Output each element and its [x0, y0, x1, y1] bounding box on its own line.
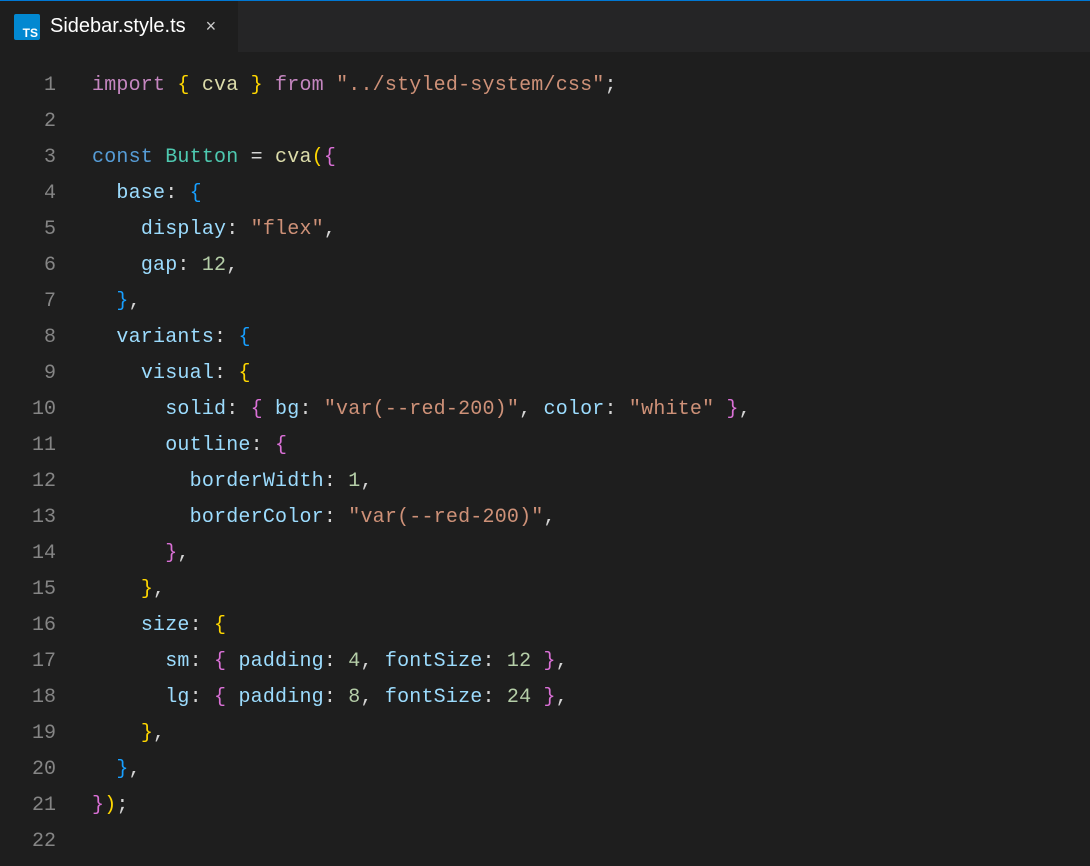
code-content: },	[92, 716, 165, 752]
code-line: 1 import { cva } from "../styled-system/…	[0, 68, 1090, 104]
code-content: gap: 12,	[92, 248, 238, 284]
code-content: size: {	[92, 608, 226, 644]
code-line: 16 size: {	[0, 608, 1090, 644]
code-line: 9 visual: {	[0, 356, 1090, 392]
line-number: 1	[0, 68, 92, 104]
line-number: 15	[0, 572, 92, 608]
code-line: 12 borderWidth: 1,	[0, 464, 1090, 500]
code-line: 13 borderColor: "var(--red-200)",	[0, 500, 1090, 536]
code-line: 3 const Button = cva({	[0, 140, 1090, 176]
code-content: },	[92, 572, 165, 608]
line-number: 17	[0, 644, 92, 680]
line-number: 20	[0, 752, 92, 788]
code-line: 19 },	[0, 716, 1090, 752]
code-content: });	[92, 788, 129, 824]
line-number: 8	[0, 320, 92, 356]
code-content: },	[92, 284, 141, 320]
line-number: 22	[0, 824, 92, 860]
line-number: 9	[0, 356, 92, 392]
code-content: sm: { padding: 4, fontSize: 12 },	[92, 644, 568, 680]
code-line: 20 },	[0, 752, 1090, 788]
line-number: 11	[0, 428, 92, 464]
line-number: 7	[0, 284, 92, 320]
line-number: 16	[0, 608, 92, 644]
code-content: visual: {	[92, 356, 251, 392]
code-line: 21 });	[0, 788, 1090, 824]
close-icon[interactable]: ×	[202, 14, 221, 39]
line-number: 10	[0, 392, 92, 428]
code-content: solid: { bg: "var(--red-200)", color: "w…	[92, 392, 751, 428]
code-line: 11 outline: {	[0, 428, 1090, 464]
line-number: 21	[0, 788, 92, 824]
tab-filename: Sidebar.style.ts	[50, 15, 186, 38]
code-line: 18 lg: { padding: 8, fontSize: 24 },	[0, 680, 1090, 716]
file-tab[interactable]: TS Sidebar.style.ts ×	[0, 1, 239, 52]
code-content: base: {	[92, 176, 202, 212]
line-number: 12	[0, 464, 92, 500]
typescript-icon: TS	[14, 14, 40, 40]
code-content: },	[92, 536, 190, 572]
code-line: 22	[0, 824, 1090, 860]
code-line: 7 },	[0, 284, 1090, 320]
line-number: 19	[0, 716, 92, 752]
code-content: import { cva } from "../styled-system/cs…	[92, 68, 617, 104]
code-content: borderWidth: 1,	[92, 464, 373, 500]
line-number: 14	[0, 536, 92, 572]
line-number: 2	[0, 104, 92, 140]
code-line: 8 variants: {	[0, 320, 1090, 356]
line-number: 4	[0, 176, 92, 212]
code-editor[interactable]: 1 import { cva } from "../styled-system/…	[0, 52, 1090, 860]
line-number: 18	[0, 680, 92, 716]
code-line: 17 sm: { padding: 4, fontSize: 12 },	[0, 644, 1090, 680]
code-content: },	[92, 752, 141, 788]
code-content: const Button = cva({	[92, 140, 336, 176]
line-number: 5	[0, 212, 92, 248]
code-content: display: "flex",	[92, 212, 336, 248]
code-line: 10 solid: { bg: "var(--red-200)", color:…	[0, 392, 1090, 428]
code-line: 2	[0, 104, 1090, 140]
tab-bar: TS Sidebar.style.ts ×	[0, 0, 1090, 52]
code-line: 14 },	[0, 536, 1090, 572]
line-number: 3	[0, 140, 92, 176]
code-content: variants: {	[92, 320, 251, 356]
code-line: 15 },	[0, 572, 1090, 608]
code-line: 5 display: "flex",	[0, 212, 1090, 248]
code-content: lg: { padding: 8, fontSize: 24 },	[92, 680, 568, 716]
code-content: borderColor: "var(--red-200)",	[92, 500, 556, 536]
code-line: 6 gap: 12,	[0, 248, 1090, 284]
code-line: 4 base: {	[0, 176, 1090, 212]
line-number: 6	[0, 248, 92, 284]
line-number: 13	[0, 500, 92, 536]
code-content: outline: {	[92, 428, 287, 464]
